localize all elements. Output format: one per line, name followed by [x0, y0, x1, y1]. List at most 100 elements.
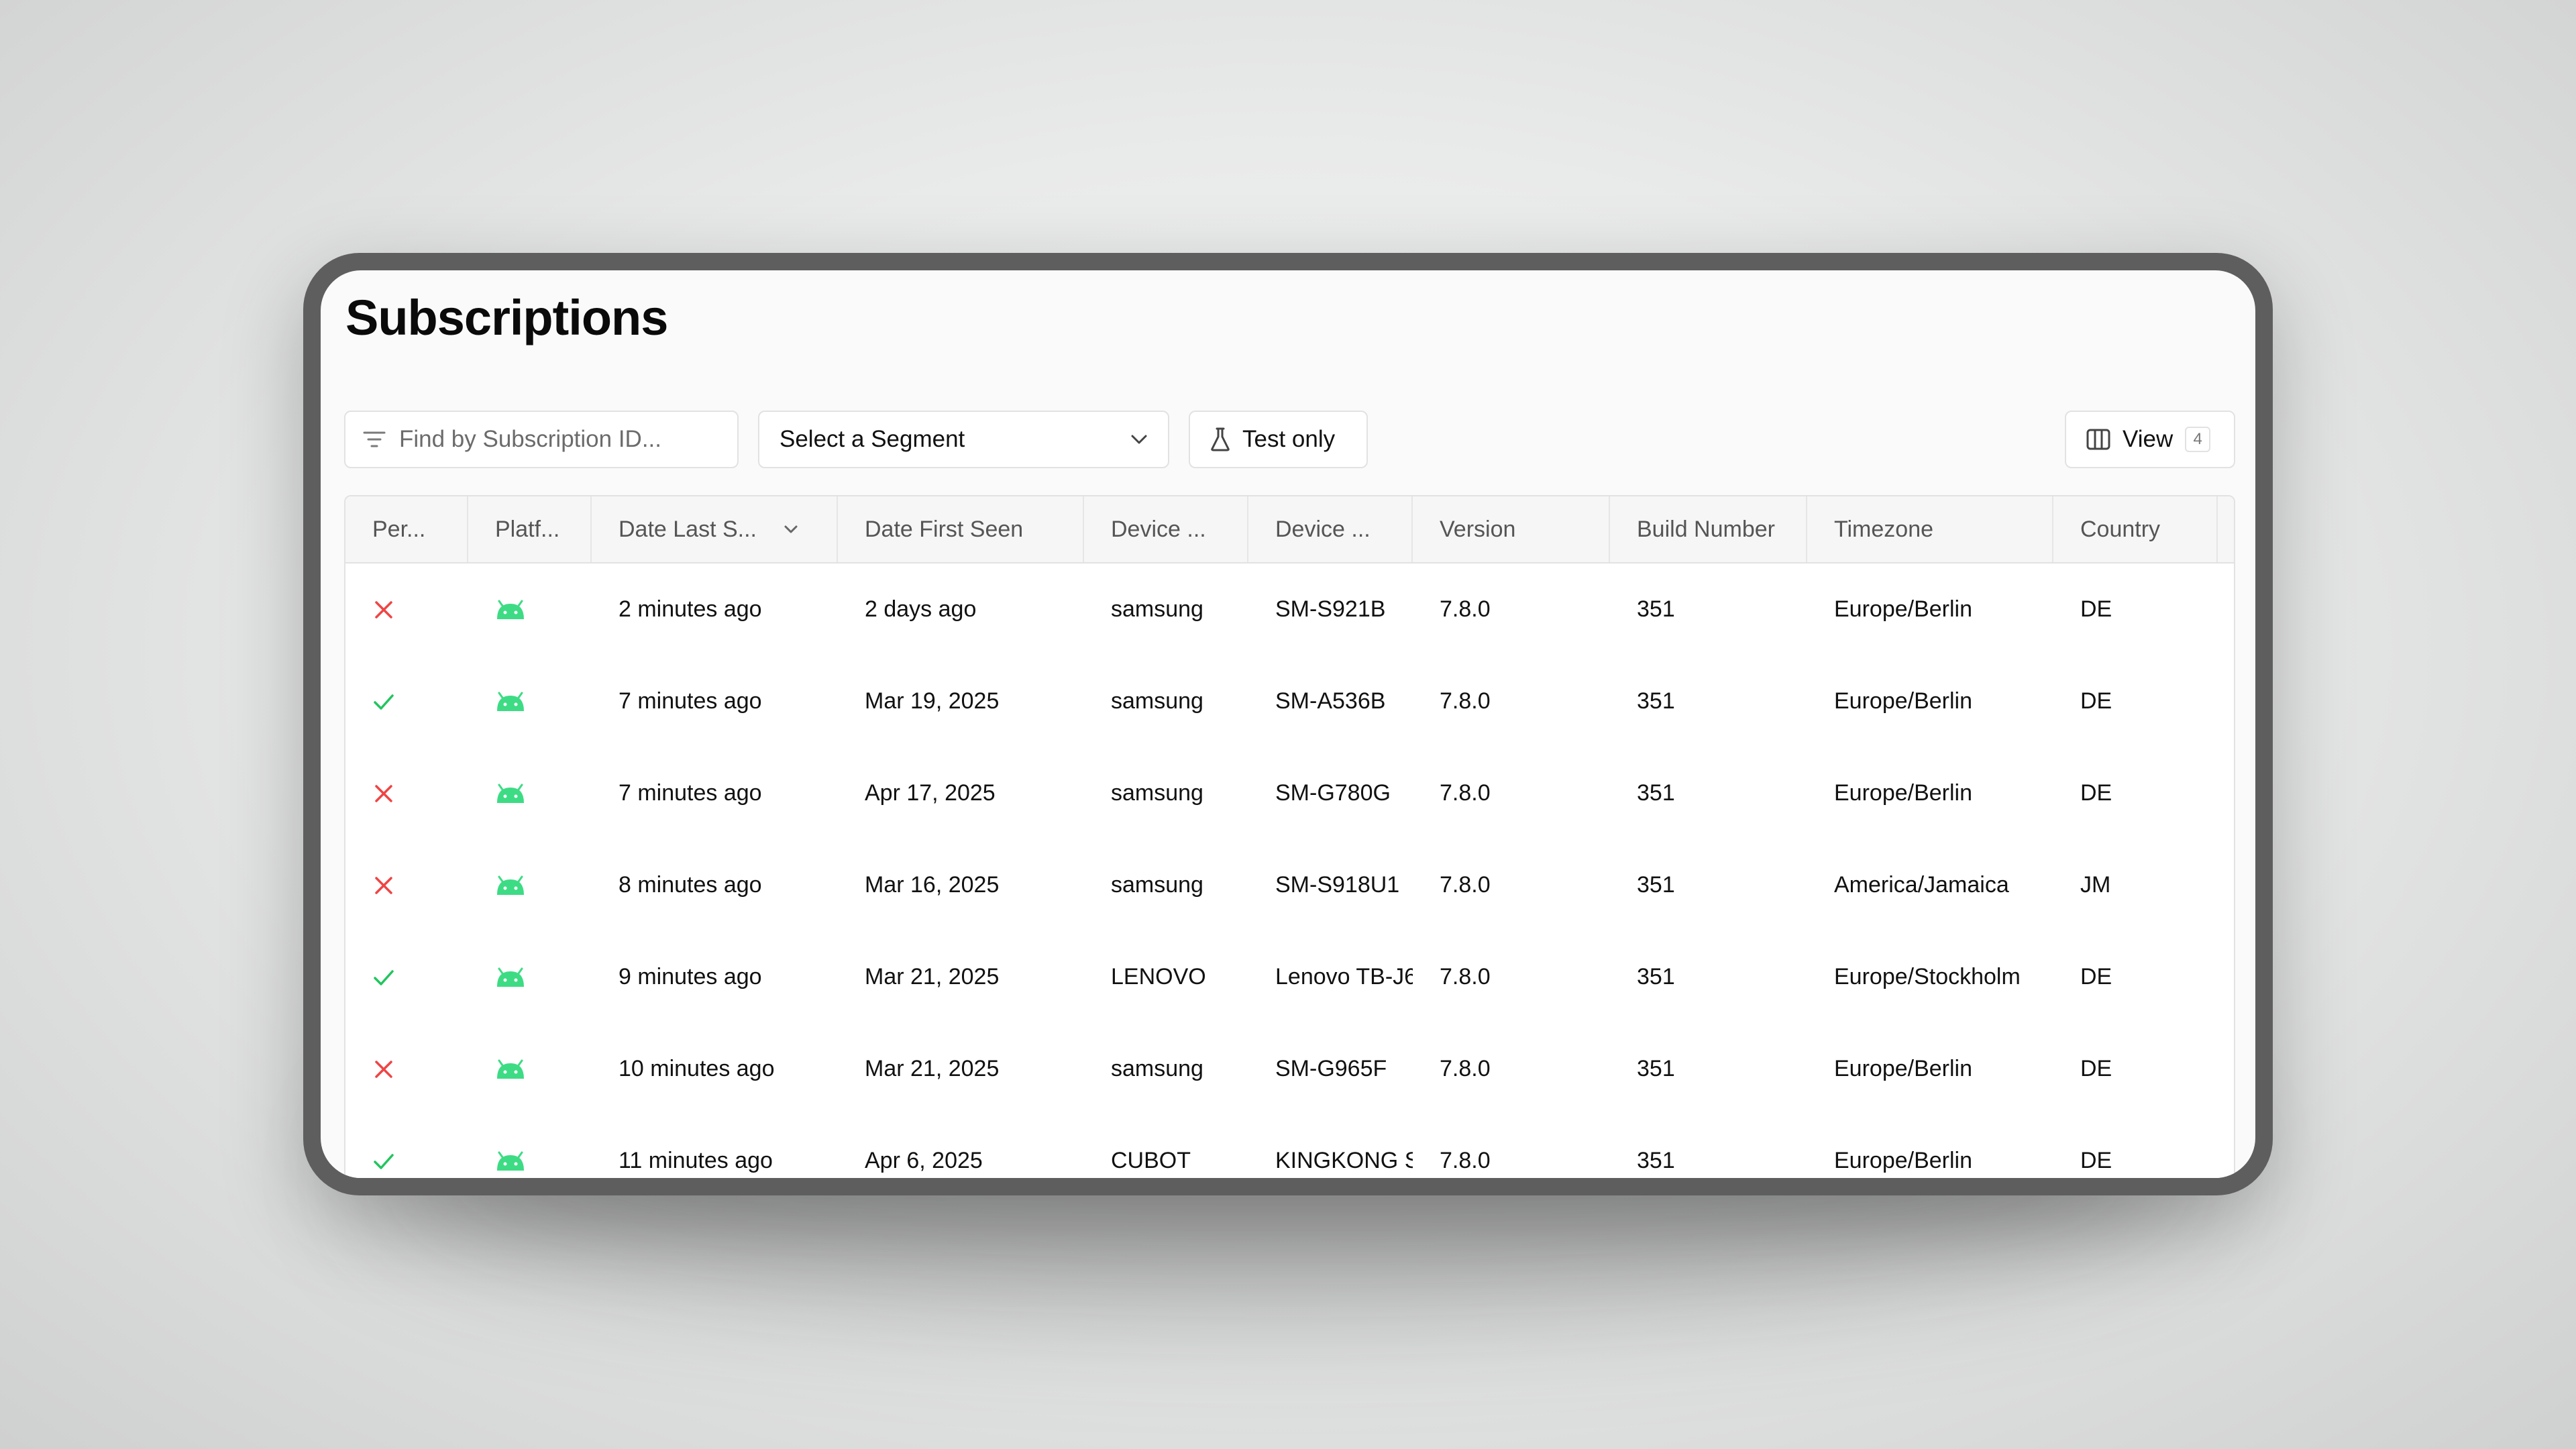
x-icon: [372, 1058, 395, 1081]
platform-cell: [468, 931, 592, 1023]
build-number-cell: 351: [1637, 596, 1675, 622]
date-last-seen-cell: 8 minutes ago: [619, 872, 762, 898]
device-model-cell: KINGKONG S: [1275, 1148, 1413, 1173]
permission-cell: [345, 839, 468, 931]
x-icon: [372, 874, 395, 897]
device-model-cell: SM-G780G: [1275, 780, 1391, 806]
device-model-cell: SM-A536B: [1275, 688, 1386, 714]
version-cell: 7.8.0: [1440, 1056, 1491, 1081]
timezone-cell: Europe/Berlin: [1834, 1056, 1973, 1081]
device-manufacturer-cell: samsung: [1111, 1056, 1203, 1081]
view-label: View: [2123, 426, 2174, 452]
android-icon: [495, 967, 526, 987]
country-cell: JM: [2080, 872, 2111, 898]
android-icon: [495, 600, 526, 620]
table-row[interactable]: 11 minutes ago Apr 6, 2025 CUBOT KINGKON…: [345, 1115, 2234, 1178]
country-cell: DE: [2080, 1056, 2112, 1081]
table-row[interactable]: 8 minutes ago Mar 16, 2025 samsung SM-S9…: [345, 839, 2234, 932]
country-cell: DE: [2080, 596, 2112, 622]
filter-icon: [363, 429, 386, 449]
build-number-cell: 351: [1637, 1056, 1675, 1081]
device-manufacturer-cell: samsung: [1111, 688, 1203, 714]
view-columns-button[interactable]: View 4: [2065, 411, 2235, 468]
version-cell: 7.8.0: [1440, 964, 1491, 989]
table-row[interactable]: 7 minutes ago Mar 19, 2025 samsung SM-A5…: [345, 655, 2234, 749]
date-last-seen-cell: 2 minutes ago: [619, 596, 762, 622]
view-count-badge: 4: [2185, 427, 2211, 452]
platform-cell: [468, 655, 592, 747]
date-first-seen-cell: Mar 21, 2025: [865, 1056, 1000, 1081]
timezone-cell: Europe/Stockholm: [1834, 964, 2021, 989]
x-icon: [372, 782, 395, 805]
permission-cell: [345, 564, 468, 655]
date-first-seen-cell: Mar 16, 2025: [865, 872, 1000, 898]
column-header-country[interactable]: Country: [2053, 496, 2218, 562]
version-cell: 7.8.0: [1440, 780, 1491, 806]
android-icon: [495, 692, 526, 712]
segment-select[interactable]: Select a Segment: [758, 411, 1169, 468]
date-last-seen-cell: 7 minutes ago: [619, 780, 762, 806]
build-number-cell: 351: [1637, 964, 1675, 989]
timezone-cell: America/Jamaica: [1834, 872, 2009, 898]
chevron-down-icon: [784, 525, 798, 534]
segment-select-label: Select a Segment: [780, 426, 965, 452]
device-model-cell: SM-S918U1: [1275, 872, 1400, 898]
table-row[interactable]: 10 minutes ago Mar 21, 2025 samsung SM-G…: [345, 1023, 2234, 1116]
column-header-date-first-seen[interactable]: Date First Seen: [838, 496, 1084, 562]
version-cell: 7.8.0: [1440, 688, 1491, 714]
column-header-version[interactable]: Version: [1413, 496, 1610, 562]
android-icon: [495, 875, 526, 896]
check-icon: [372, 966, 395, 989]
page-title: Subscriptions: [345, 290, 668, 345]
test-only-label: Test only: [1242, 426, 1336, 452]
column-header-date-last-seen[interactable]: Date Last S...: [592, 496, 838, 562]
table-header-row: Per... Platf... Date Last S... Date Firs…: [345, 496, 2234, 564]
column-header-device-manufacturer[interactable]: Device ...: [1084, 496, 1248, 562]
date-last-seen-cell: 9 minutes ago: [619, 964, 762, 989]
device-manufacturer-cell: CUBOT: [1111, 1148, 1191, 1173]
country-cell: DE: [2080, 964, 2112, 989]
search-input[interactable]: [398, 425, 709, 453]
column-header-platform[interactable]: Platf...: [468, 496, 592, 562]
platform-cell: [468, 747, 592, 839]
date-first-seen-cell: Mar 21, 2025: [865, 964, 1000, 989]
permission-cell: [345, 655, 468, 747]
device-manufacturer-cell: LENOVO: [1111, 964, 1206, 989]
search-box[interactable]: [344, 411, 739, 468]
build-number-cell: 351: [1637, 688, 1675, 714]
platform-cell: [468, 564, 592, 655]
android-icon: [495, 784, 526, 804]
android-icon: [495, 1059, 526, 1079]
check-icon: [372, 1150, 395, 1173]
table-row[interactable]: 9 minutes ago Mar 21, 2025 LENOVO Lenovo…: [345, 931, 2234, 1024]
platform-cell: [468, 839, 592, 931]
build-number-cell: 351: [1637, 872, 1675, 898]
device-model-cell: SM-S921B: [1275, 596, 1386, 622]
column-header-permission[interactable]: Per...: [345, 496, 468, 562]
permission-cell: [345, 1023, 468, 1115]
column-header-device-model[interactable]: Device ...: [1248, 496, 1413, 562]
column-header-build-number[interactable]: Build Number: [1610, 496, 1807, 562]
x-icon: [372, 598, 395, 621]
table-row[interactable]: 2 minutes ago 2 days ago samsung SM-S921…: [345, 564, 2234, 657]
check-icon: [372, 690, 395, 713]
permission-cell: [345, 747, 468, 839]
version-cell: 7.8.0: [1440, 872, 1491, 898]
subscriptions-table: Per... Platf... Date Last S... Date Firs…: [344, 495, 2235, 1178]
date-first-seen-cell: Mar 19, 2025: [865, 688, 1000, 714]
table-row[interactable]: 7 minutes ago Apr 17, 2025 samsung SM-G7…: [345, 747, 2234, 841]
permission-cell: [345, 1115, 468, 1178]
platform-cell: [468, 1115, 592, 1178]
test-only-button[interactable]: Test only: [1189, 411, 1368, 468]
timezone-cell: Europe/Berlin: [1834, 688, 1973, 714]
version-cell: 7.8.0: [1440, 596, 1491, 622]
column-header-timezone[interactable]: Timezone: [1807, 496, 2053, 562]
device-manufacturer-cell: samsung: [1111, 872, 1203, 898]
device-model-cell: SM-G965F: [1275, 1056, 1387, 1081]
timezone-cell: Europe/Berlin: [1834, 780, 1973, 806]
device-frame: Subscriptions Select a Segment: [303, 253, 2273, 1195]
date-last-seen-cell: 7 minutes ago: [619, 688, 762, 714]
timezone-cell: Europe/Berlin: [1834, 1148, 1973, 1173]
build-number-cell: 351: [1637, 780, 1675, 806]
country-cell: DE: [2080, 688, 2112, 714]
